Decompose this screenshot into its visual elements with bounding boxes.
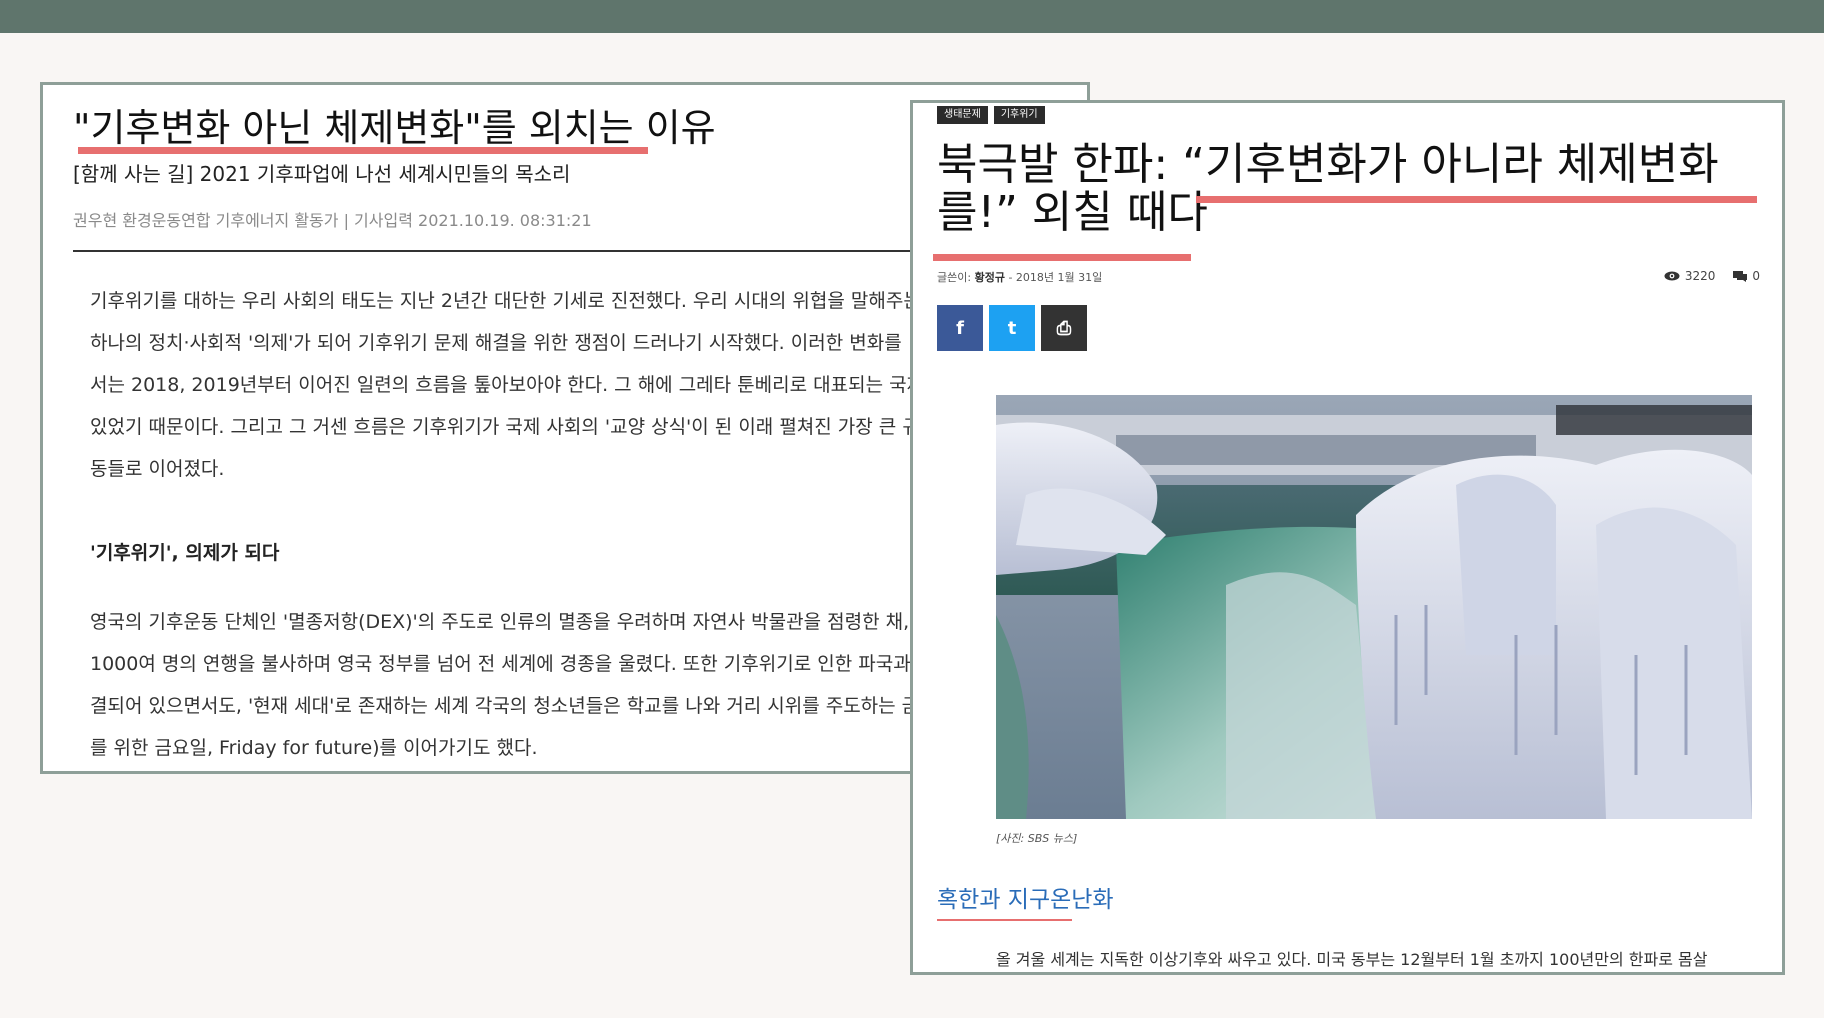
article-stats: 3220 0 <box>1664 269 1760 283</box>
eye-icon <box>1664 271 1680 281</box>
comment-icon <box>1733 270 1748 282</box>
section-heading-underline <box>937 919 1072 921</box>
article-meta: 글쓴이: 황정규 - 2018년 1월 31일 <box>937 269 1102 285</box>
left-article-title: "기후변화 아닌 체제변화"를 외치는 이유 <box>73 106 716 150</box>
views-count: 3220 <box>1684 269 1716 283</box>
right-article-card: 생태문제 기후위기 북극발 한파: “기후변화가 아니라 체제변화 를!” 외칠… <box>910 100 1785 975</box>
photo-caption: [사진: SBS 뉴스] <box>996 832 1078 845</box>
article-photo-frozen-waterfall <box>996 395 1752 819</box>
title-highlight-1 <box>1196 196 1757 203</box>
comments-count: 0 <box>1752 269 1760 283</box>
left-article-subtitle: [함께 사는 길] 2021 기후파업에 나선 세계시민들의 목소리 <box>73 162 571 186</box>
title-line-1: 북극발 한파: “기후변화가 아니라 체제변화 <box>937 139 1719 190</box>
left-article-byline: 권우현 환경운동연합 기후에너지 활동가 | 기사입력 2021.10.19. … <box>73 211 592 230</box>
right-article-title: 북극발 한파: “기후변화가 아니라 체제변화 를!” 외칠 때다 <box>937 141 1757 237</box>
author-label: 글쓴이: <box>937 271 972 284</box>
author-name[interactable]: 황정규 <box>975 271 1005 284</box>
top-bar <box>0 0 1824 33</box>
category-tags: 생태문제 기후위기 <box>937 106 1045 124</box>
facebook-share-button[interactable]: f <box>937 305 983 351</box>
views-stat: 3220 <box>1664 269 1716 283</box>
right-body-text: 올 겨울 세계는 지독한 이상기후와 싸우고 있다. 미국 동부는 12월부터 … <box>996 950 1708 969</box>
right-section-heading: 혹한과 지구온난화 <box>937 887 1114 913</box>
twitter-share-button[interactable]: t <box>989 305 1035 351</box>
share-buttons: f t ⎙ <box>937 305 1087 351</box>
left-section-heading: '기후위기', 의제가 되다 <box>90 542 280 564</box>
tag-climate-crisis[interactable]: 기후위기 <box>993 106 1045 124</box>
left-title-highlight <box>78 147 648 154</box>
print-icon: ⎙ <box>1056 317 1072 339</box>
facebook-icon: f <box>956 317 964 339</box>
title-highlight-2 <box>933 254 1191 261</box>
meta-separator: - <box>1008 271 1016 284</box>
comments-stat[interactable]: 0 <box>1733 269 1760 283</box>
tag-ecology[interactable]: 생태문제 <box>937 106 988 124</box>
twitter-icon: t <box>1007 317 1017 339</box>
publish-date: 2018년 1월 31일 <box>1015 271 1103 284</box>
print-button[interactable]: ⎙ <box>1041 305 1087 351</box>
